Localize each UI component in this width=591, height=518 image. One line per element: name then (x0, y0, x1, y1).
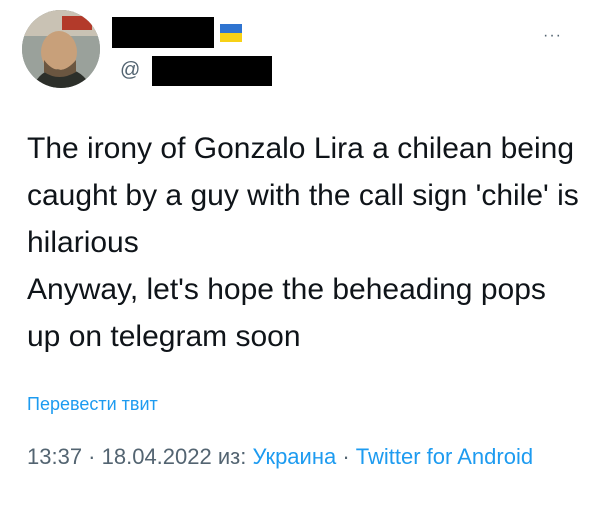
client-link[interactable]: Twitter for Android (356, 444, 533, 469)
redacted-display-name (112, 17, 214, 48)
avatar-image (22, 10, 100, 88)
more-options-icon[interactable]: ··· (543, 27, 562, 45)
handle-at-symbol: @ (120, 59, 141, 81)
meta-separator: · (82, 444, 102, 469)
source-prefix: из: (211, 444, 253, 469)
meta-separator-2: · (336, 444, 356, 469)
avatar[interactable] (22, 10, 100, 88)
location-link[interactable]: Украина (252, 444, 336, 469)
translate-tweet-link[interactable]: Перевести твит (27, 394, 158, 415)
tweet-meta: 13:37 · 18.04.2022 из: Украина · Twitter… (27, 440, 547, 473)
tweet-time: 13:37 (27, 444, 83, 469)
redacted-handle (152, 56, 272, 86)
tweet-text-paragraph-1: The irony of Gonzalo Lira a chilean bein… (27, 132, 579, 259)
tweet-date: 18.04.2022 (101, 444, 212, 469)
tweet-text-paragraph-2: Anyway, let's hope the beheading pops up… (27, 273, 546, 353)
ukraine-flag-icon (220, 24, 242, 42)
